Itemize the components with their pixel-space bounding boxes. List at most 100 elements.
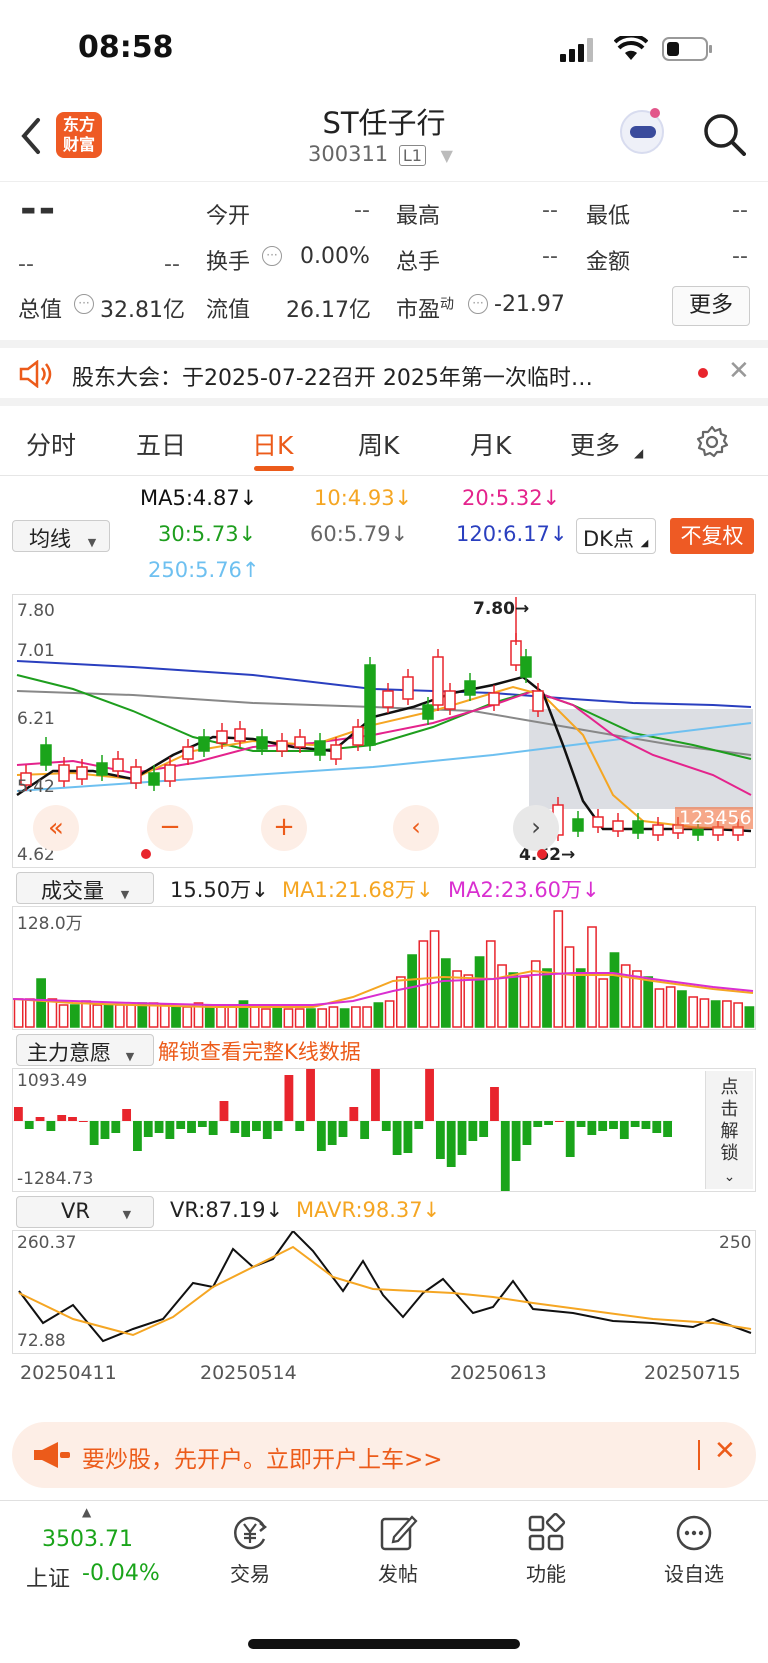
zoom-in-button[interactable]: + bbox=[261, 805, 307, 851]
nav-add-watchlist-label: 设自选 bbox=[664, 1562, 724, 1586]
nav-post[interactable]: 发帖 bbox=[358, 1513, 438, 1587]
dk-button[interactable]: DK点 ◢ bbox=[576, 518, 656, 554]
volume-bar bbox=[497, 964, 507, 1028]
volume-bar bbox=[677, 990, 687, 1028]
main-force-bar bbox=[24, 1121, 34, 1129]
volume-bar bbox=[463, 974, 474, 1028]
candle-body bbox=[198, 736, 210, 752]
unlock-link[interactable]: 解锁查看完整K线数据 bbox=[158, 1036, 361, 1066]
zoom-out-button[interactable]: − bbox=[147, 805, 193, 851]
main-force-svg bbox=[13, 1069, 673, 1191]
volume-ma2-line bbox=[13, 972, 754, 1006]
vr-chart[interactable]: 260.37 72.88 250 bbox=[12, 1230, 756, 1354]
candle-body bbox=[432, 656, 444, 706]
tab-fenshi[interactable]: 分时 bbox=[26, 426, 76, 462]
main-force-bar bbox=[295, 1121, 305, 1131]
volume-chart[interactable]: 128.0万 bbox=[12, 906, 756, 1030]
candle-body bbox=[148, 772, 160, 786]
tab-month-k[interactable]: 月K bbox=[470, 426, 511, 462]
volume-bar bbox=[474, 956, 485, 1028]
low-value: -- bbox=[732, 198, 748, 223]
volume-bar bbox=[216, 1004, 226, 1028]
close-icon[interactable]: ✕ bbox=[728, 356, 750, 386]
home-indicator[interactable] bbox=[248, 1639, 520, 1649]
info-icon[interactable]: ··· bbox=[74, 294, 94, 314]
main-force-bar bbox=[652, 1121, 662, 1133]
candle-body bbox=[276, 740, 288, 752]
float-value: 26.17亿 bbox=[286, 298, 371, 323]
volume-bar bbox=[722, 1000, 732, 1028]
candle-body bbox=[314, 740, 326, 756]
main-force-bar bbox=[371, 1069, 380, 1121]
main-force-bar bbox=[78, 1121, 88, 1122]
nav-functions[interactable]: 功能 bbox=[506, 1512, 586, 1587]
volume-bar bbox=[159, 1004, 170, 1028]
main-force-bar bbox=[197, 1121, 207, 1127]
robot-avatar-icon[interactable] bbox=[620, 108, 664, 154]
main-force-bar bbox=[490, 1087, 499, 1121]
scroll-right-button[interactable]: › bbox=[513, 805, 559, 851]
main-force-bar bbox=[219, 1101, 229, 1121]
edit-icon bbox=[380, 1515, 418, 1551]
scroll-left-button[interactable]: ‹ bbox=[393, 805, 439, 851]
more-icon bbox=[676, 1515, 712, 1551]
search-icon[interactable] bbox=[702, 112, 746, 156]
volume-selector[interactable]: 成交量 ▼ bbox=[16, 872, 154, 904]
candle-body bbox=[532, 690, 544, 712]
nav-trade[interactable]: 交易 bbox=[210, 1513, 290, 1587]
ma-selector[interactable]: 均线 ▼ bbox=[12, 520, 110, 552]
volume-bar bbox=[339, 1008, 350, 1028]
stock-code-row[interactable]: 300311 L1 ▼ bbox=[308, 142, 453, 166]
close-icon[interactable]: ✕ bbox=[714, 1436, 736, 1466]
vr-selector[interactable]: VR ▼ bbox=[16, 1196, 154, 1228]
candle-body bbox=[464, 680, 476, 696]
main-force-selector[interactable]: 主力意愿 ▼ bbox=[16, 1034, 154, 1066]
gear-icon[interactable] bbox=[694, 424, 730, 460]
tab-week-k[interactable]: 周K bbox=[358, 426, 399, 462]
main-force-bar bbox=[533, 1121, 543, 1127]
volume-bar bbox=[351, 1006, 361, 1028]
turnover-label: 换手 bbox=[206, 250, 251, 275]
nav-functions-label: 功能 bbox=[526, 1562, 566, 1586]
tab-more[interactable]: 更多 bbox=[570, 426, 620, 462]
tab-five-day[interactable]: 五日 bbox=[136, 426, 186, 462]
volume-bar bbox=[598, 978, 609, 1028]
notice-bar[interactable]: 股东大会：于2025-07-22召开 2025年第一次临时… ✕ bbox=[0, 340, 768, 406]
volume-bar bbox=[587, 926, 597, 1028]
nav-add-watchlist[interactable]: 设自选 bbox=[654, 1513, 734, 1587]
ma20-label: 20:5.32↓ bbox=[462, 486, 561, 510]
volume-bar bbox=[69, 1004, 80, 1028]
ma120-label: 120:6.17↓ bbox=[456, 522, 568, 546]
main-force-chart[interactable]: 1093.49 -1284.73 点击解锁 ⌄ bbox=[12, 1068, 756, 1192]
candle-body bbox=[58, 764, 70, 782]
info-icon[interactable]: ··· bbox=[468, 294, 488, 314]
kline-chart[interactable]: 7.80 7.01 6.21 5.42 4.62 7.80→ 4.62→ 123… bbox=[12, 594, 756, 868]
main-force-bar bbox=[403, 1121, 413, 1153]
pe-sup: 动 bbox=[440, 296, 455, 313]
index-ticker[interactable]: ▲ 3503.71 上证 -0.04% bbox=[20, 1505, 190, 1595]
turnover-value: 0.00% bbox=[300, 244, 370, 269]
promo-banner[interactable]: 要炒股，先开户。立即开户上车>> ✕ bbox=[12, 1422, 756, 1488]
info-icon[interactable]: ··· bbox=[262, 246, 282, 266]
volume-bar bbox=[272, 1006, 283, 1028]
vr-right-label: 250 bbox=[719, 1233, 752, 1253]
volume-bar bbox=[13, 998, 24, 1028]
candle-body bbox=[330, 744, 342, 760]
yen-exchange-icon bbox=[234, 1516, 268, 1550]
volume-bar bbox=[148, 1002, 159, 1028]
volume-bar bbox=[485, 940, 496, 1028]
main-force-selector-label: 主力意愿 bbox=[27, 1041, 111, 1065]
side-unlock-button[interactable]: 点击解锁 ⌄ bbox=[705, 1071, 753, 1189]
tab-day-k[interactable]: 日K bbox=[252, 426, 293, 462]
level-badge: L1 bbox=[398, 145, 426, 166]
main-force-bar bbox=[576, 1121, 586, 1127]
scroll-left-fast-button[interactable]: « bbox=[33, 805, 79, 851]
candle-body bbox=[652, 824, 664, 836]
more-button[interactable]: 更多 bbox=[672, 286, 750, 326]
dropdown-icon: ▼ bbox=[87, 536, 97, 549]
candle-body bbox=[40, 744, 52, 766]
volume-bar bbox=[47, 998, 58, 1028]
fq-button[interactable]: 不复权 bbox=[670, 518, 754, 554]
volume-value: -- bbox=[542, 244, 558, 269]
main-force-bar bbox=[522, 1121, 532, 1145]
